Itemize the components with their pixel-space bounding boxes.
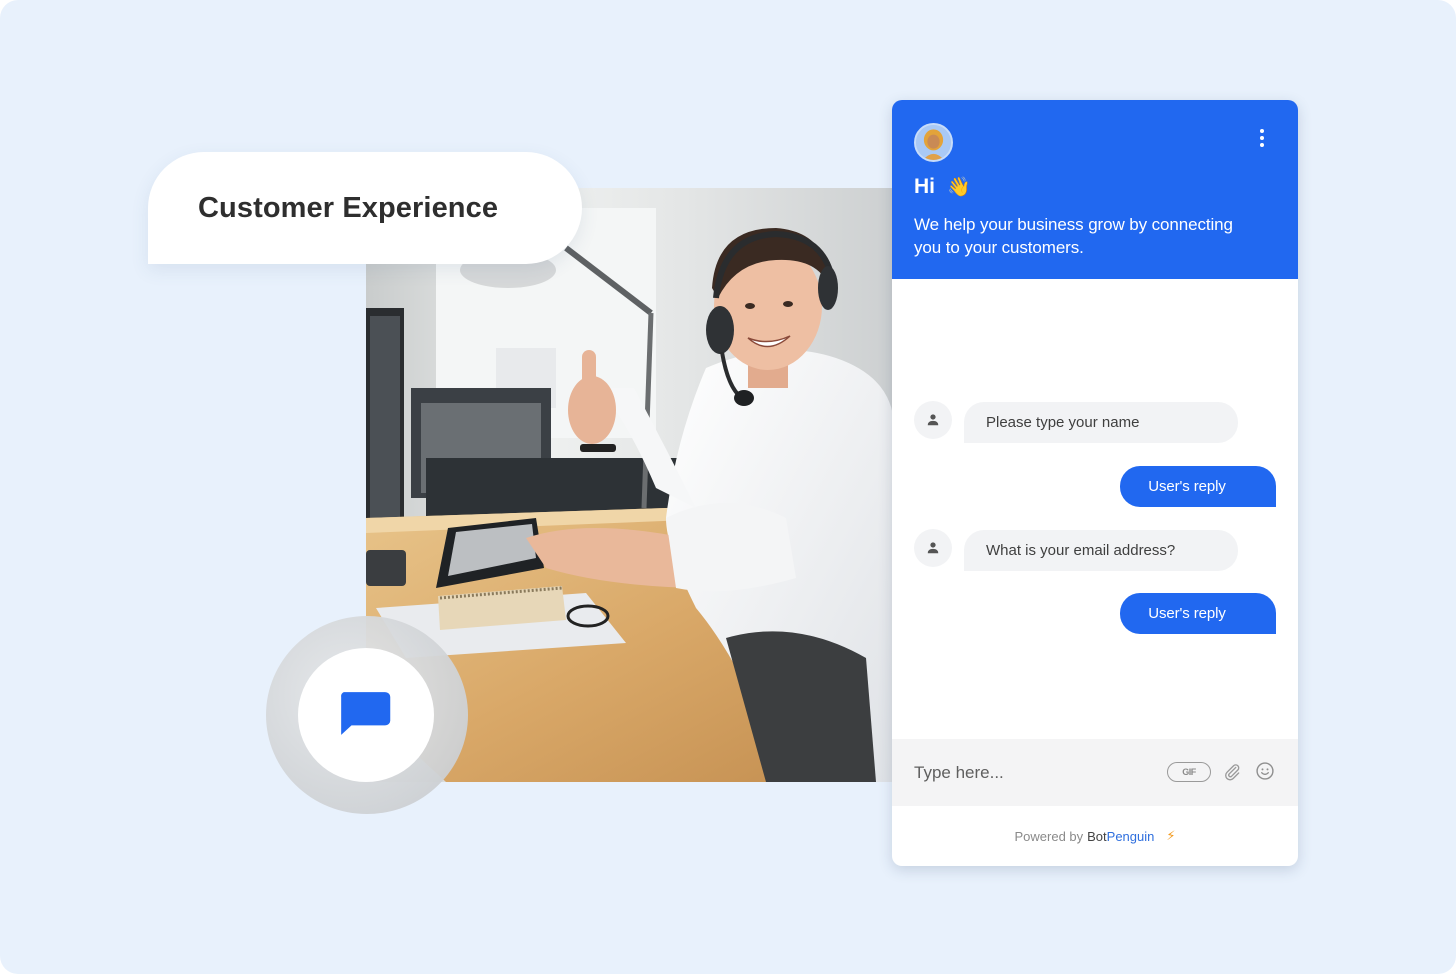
greeting: Hi 👋 bbox=[914, 175, 971, 199]
greeting-text: Hi bbox=[914, 175, 935, 198]
waving-hand-icon: 👋 bbox=[947, 176, 971, 198]
bot-message-bubble: What is your email address? bbox=[964, 530, 1238, 571]
powered-by-footer: Powered by BotPenguin ⚡ bbox=[892, 806, 1298, 866]
chat-bubble-icon bbox=[341, 692, 391, 735]
chat-widget: Hi 👋 We help your business grow by conne… bbox=[892, 100, 1298, 866]
bot-message-avatar bbox=[914, 401, 952, 439]
chat-launcher-button[interactable] bbox=[298, 648, 434, 782]
label-title: Customer Experience bbox=[198, 191, 499, 224]
header-subtitle: We help your business grow by connecting… bbox=[914, 215, 1233, 257]
user-message-bubble: User's reply bbox=[1120, 593, 1276, 634]
page-background: Customer Experience Hi 👋 We help your bu… bbox=[0, 0, 1456, 974]
message-input[interactable] bbox=[914, 759, 1134, 787]
user-message-bubble: User's reply bbox=[1120, 466, 1276, 507]
bot-message: What is your email address? bbox=[914, 529, 1244, 571]
chat-header: Hi 👋 We help your business grow by conne… bbox=[892, 100, 1298, 279]
brand-name-part1: Bot bbox=[1087, 828, 1107, 844]
chat-messages: Please type your name User's reply What … bbox=[892, 279, 1298, 739]
brand-link[interactable]: BotPenguin bbox=[1087, 829, 1154, 844]
message-composer: GIF bbox=[892, 739, 1298, 806]
bot-avatar bbox=[914, 123, 953, 162]
kebab-menu-icon[interactable] bbox=[1252, 126, 1272, 150]
person-icon bbox=[927, 542, 939, 554]
bot-message-bubble: Please type your name bbox=[964, 402, 1238, 443]
paperclip-icon[interactable] bbox=[1222, 761, 1242, 783]
lightning-icon: ⚡ bbox=[1166, 828, 1176, 843]
smiley-icon[interactable] bbox=[1255, 761, 1275, 781]
gif-button[interactable]: GIF bbox=[1167, 762, 1211, 782]
bot-avatar-icon bbox=[916, 125, 951, 160]
brand-name-part2: Penguin bbox=[1106, 828, 1155, 844]
person-icon bbox=[927, 414, 939, 426]
customer-experience-label: Customer Experience bbox=[148, 152, 582, 264]
bot-message: Please type your name bbox=[914, 401, 1244, 443]
powered-by-text: Powered by bbox=[1014, 828, 1084, 844]
bot-message-avatar bbox=[914, 529, 952, 567]
